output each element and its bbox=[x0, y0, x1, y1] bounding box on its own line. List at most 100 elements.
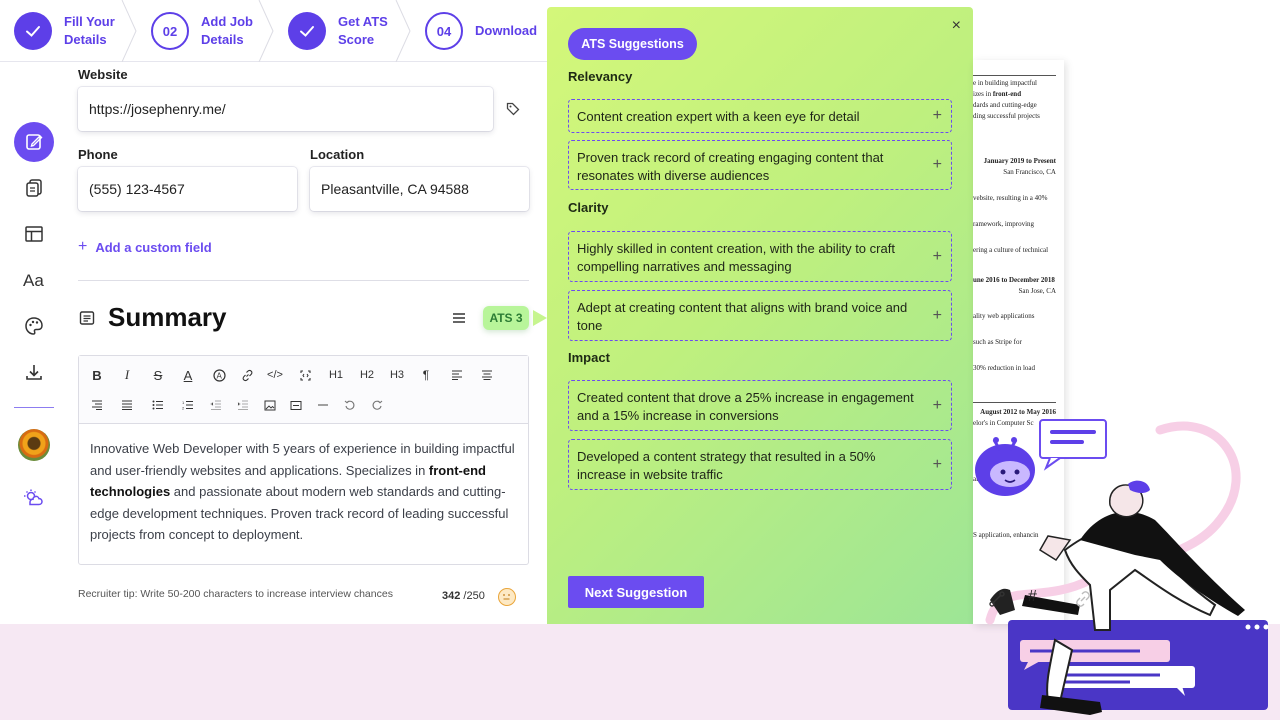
heading-1-icon[interactable]: H1 bbox=[326, 365, 346, 385]
typography-icon[interactable]: Aa bbox=[14, 260, 54, 300]
step-get-ats-score[interactable]: Get ATS Score bbox=[274, 0, 411, 62]
suggestion-item[interactable]: Adept at creating content that aligns wi… bbox=[568, 290, 952, 341]
check-icon bbox=[14, 12, 52, 50]
horizontal-rule-icon[interactable] bbox=[313, 395, 333, 415]
summary-title: Summary bbox=[108, 302, 227, 332]
justify-icon[interactable] bbox=[117, 395, 137, 415]
outdent-icon[interactable] bbox=[206, 395, 226, 415]
align-center-icon[interactable] bbox=[477, 365, 497, 385]
svg-text:1: 1 bbox=[182, 400, 185, 405]
step-download[interactable]: 04 Download bbox=[411, 0, 548, 62]
pen-tool-icon bbox=[988, 590, 1006, 613]
section-title-clarity: Clarity bbox=[568, 200, 609, 215]
link-icon[interactable] bbox=[237, 365, 257, 385]
section-title-impact: Impact bbox=[568, 350, 610, 365]
code-icon[interactable]: </> bbox=[265, 365, 285, 385]
ats-panel-pointer bbox=[533, 310, 547, 326]
svg-text:A: A bbox=[216, 371, 222, 380]
edit-icon[interactable] bbox=[14, 122, 54, 162]
resume-line: vebsite, resulting in a 40% bbox=[973, 194, 1048, 202]
suggestion-item[interactable]: Created content that drove a 25% increas… bbox=[568, 380, 952, 431]
numbered-list-icon[interactable]: 12 bbox=[178, 395, 198, 415]
website-field[interactable]: https://josephenry.me/ bbox=[78, 87, 493, 131]
ats-score-badge[interactable]: ATS 3 bbox=[483, 306, 529, 330]
progress-stepper: Fill Your Details 02 Add Job Details Get A… bbox=[0, 0, 548, 62]
paragraph-icon[interactable]: ¶ bbox=[416, 365, 436, 385]
resume-location: San Francisco, CA bbox=[1003, 168, 1056, 176]
tag-icon[interactable] bbox=[506, 102, 520, 121]
bullet-list-icon[interactable] bbox=[148, 395, 168, 415]
documents-icon[interactable] bbox=[14, 168, 54, 208]
step-separator bbox=[258, 0, 274, 62]
recruiter-tip: Recruiter tip: Write 50-200 characters t… bbox=[78, 588, 393, 600]
suggestion-item[interactable]: Highly skilled in content creation, with… bbox=[568, 231, 952, 282]
phone-field[interactable]: (555) 123-4567 bbox=[78, 167, 297, 211]
resume-date: une 2016 to December 2018 bbox=[973, 276, 1055, 284]
align-right-icon[interactable] bbox=[87, 395, 107, 415]
ats-suggestions-panel: × ATS Suggestions Relevancy Content crea… bbox=[547, 7, 973, 624]
rail-divider bbox=[14, 407, 54, 408]
suggestion-item[interactable]: Developed a content strategy that result… bbox=[568, 439, 952, 490]
heading-2-icon[interactable]: H2 bbox=[357, 365, 377, 385]
add-custom-field-button[interactable]: + Add a custom field bbox=[78, 238, 212, 256]
neutral-face-icon bbox=[498, 588, 516, 606]
user-avatar[interactable] bbox=[18, 429, 50, 461]
plus-icon: + bbox=[78, 238, 88, 255]
next-suggestion-button[interactable]: Next Suggestion bbox=[568, 576, 704, 608]
palette-icon[interactable] bbox=[14, 306, 54, 346]
bold-icon[interactable]: B bbox=[87, 365, 107, 385]
align-left-icon[interactable] bbox=[447, 365, 467, 385]
summary-text[interactable]: Innovative Web Developer with 5 years of… bbox=[79, 424, 528, 560]
phone-label: Phone bbox=[78, 147, 118, 162]
weather-theme-icon[interactable] bbox=[14, 478, 54, 518]
step-label: Get ATS Score bbox=[338, 14, 388, 47]
hashtag-icon: # bbox=[1028, 588, 1037, 605]
summary-section-icon bbox=[79, 310, 95, 331]
resume-line: ramework, improving bbox=[973, 220, 1035, 228]
add-icon[interactable]: + bbox=[933, 397, 942, 415]
summary-editor[interactable]: B I S A A </> H1 H2 H3 ¶ 12 Innovative W… bbox=[78, 355, 529, 565]
add-icon[interactable]: + bbox=[933, 307, 942, 325]
undo-icon[interactable] bbox=[340, 395, 360, 415]
redo-icon[interactable] bbox=[367, 395, 387, 415]
resume-line: izes in front-end bbox=[973, 90, 1022, 98]
heading-3-icon[interactable]: H3 bbox=[387, 365, 407, 385]
add-icon[interactable]: + bbox=[933, 248, 942, 266]
suggestion-item[interactable]: Proven track record of creating engaging… bbox=[568, 140, 952, 190]
resume-line: e in building impactful bbox=[973, 79, 1037, 87]
indent-icon[interactable] bbox=[233, 395, 253, 415]
link-chain-icon bbox=[1074, 590, 1092, 613]
add-icon[interactable]: + bbox=[933, 107, 942, 125]
check-icon bbox=[288, 12, 326, 50]
strikethrough-icon[interactable]: S bbox=[148, 365, 168, 385]
resume-date: January 2019 to Present bbox=[983, 157, 1056, 165]
location-label: Location bbox=[310, 147, 365, 162]
website-label: Website bbox=[78, 67, 128, 82]
close-icon[interactable]: × bbox=[952, 17, 961, 35]
italic-icon[interactable]: I bbox=[117, 365, 137, 385]
ats-suggestions-tab: ATS Suggestions bbox=[568, 28, 697, 60]
resume-line: such as Stripe for bbox=[973, 338, 1022, 346]
svg-text:Aa: Aa bbox=[23, 271, 44, 290]
add-icon[interactable]: + bbox=[933, 456, 942, 474]
resume-location: San Jose, CA bbox=[1018, 287, 1056, 295]
resume-line: 30% reduction in load bbox=[973, 364, 1036, 372]
code-block-icon[interactable] bbox=[295, 365, 315, 385]
step-number: 04 bbox=[425, 12, 463, 50]
suggestion-item[interactable]: Content creation expert with a keen eye … bbox=[568, 99, 952, 133]
download-icon[interactable] bbox=[14, 352, 54, 392]
text-color-icon[interactable]: A bbox=[178, 365, 198, 385]
step-add-job-details[interactable]: 02 Add Job Details bbox=[137, 0, 274, 62]
layout-icon[interactable] bbox=[14, 214, 54, 254]
highlight-icon[interactable]: A bbox=[209, 365, 229, 385]
step-label: Add Job Details bbox=[201, 14, 253, 47]
resume-line: ering a culture of technical bbox=[973, 246, 1049, 254]
location-field[interactable]: Pleasantville, CA 94588 bbox=[310, 167, 529, 211]
add-icon[interactable]: + bbox=[933, 156, 942, 174]
image-icon[interactable] bbox=[260, 395, 280, 415]
embed-icon[interactable] bbox=[286, 395, 306, 415]
menu-icon[interactable] bbox=[452, 311, 466, 330]
step-fill-details[interactable]: Fill Your Details bbox=[0, 0, 137, 62]
svg-text:2: 2 bbox=[182, 406, 185, 411]
section-divider bbox=[78, 280, 529, 281]
